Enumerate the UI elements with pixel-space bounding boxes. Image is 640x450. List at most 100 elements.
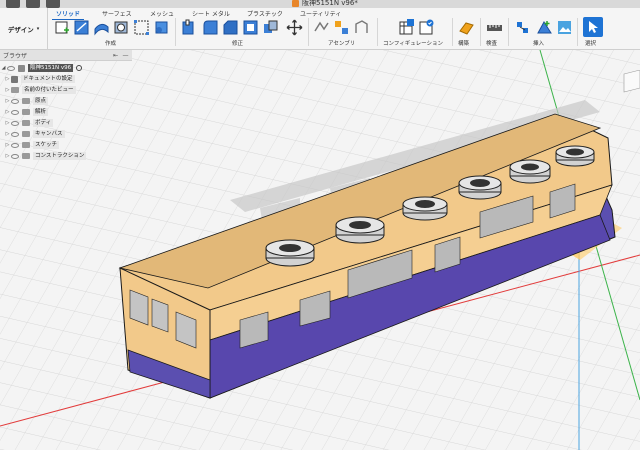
browser-item-named-views[interactable]: ▷ 名前の付いたビュー bbox=[0, 85, 132, 95]
collapse-arrow-icon[interactable]: ◢ bbox=[0, 65, 7, 71]
folder-icon bbox=[22, 153, 30, 159]
view-cube[interactable] bbox=[620, 70, 640, 100]
cursor-arrow-icon bbox=[589, 21, 598, 33]
folder-icon bbox=[22, 120, 30, 126]
browser-item-document-settings[interactable]: ▷ ドキュメントの設定 bbox=[0, 74, 132, 84]
visibility-eye-icon[interactable] bbox=[11, 98, 19, 104]
motion-link-icon[interactable] bbox=[353, 19, 370, 36]
divider bbox=[175, 18, 176, 46]
tab-solid[interactable]: ソリッド bbox=[51, 9, 85, 20]
insert-canvas-icon[interactable] bbox=[556, 19, 573, 36]
joint-icon[interactable] bbox=[313, 19, 330, 36]
divider bbox=[508, 18, 509, 46]
create-sketch-icon[interactable] bbox=[73, 19, 90, 36]
expand-arrow-icon[interactable]: ▷ bbox=[4, 131, 11, 137]
tab-utilities[interactable]: ユーティリティ bbox=[300, 9, 341, 18]
chevron-down-icon: ▾ bbox=[36, 26, 40, 32]
app-menu-button[interactable] bbox=[6, 0, 20, 8]
browser-item-label: スケッチ bbox=[33, 141, 60, 149]
select-button[interactable] bbox=[583, 17, 603, 37]
visibility-eye-icon[interactable] bbox=[11, 131, 19, 137]
browser-item-bodies[interactable]: ▷ ボディ bbox=[0, 118, 132, 128]
visibility-eye-icon[interactable] bbox=[7, 65, 15, 71]
document-cube-icon bbox=[292, 0, 299, 7]
active-radio-icon[interactable] bbox=[76, 65, 83, 71]
folder-icon bbox=[11, 87, 19, 93]
group-configure-label[interactable]: コンフィギュレーション bbox=[383, 39, 443, 47]
settings-gear-icon bbox=[11, 75, 18, 83]
divider bbox=[480, 18, 481, 46]
insert-derive-icon[interactable] bbox=[514, 19, 531, 36]
browser-item-label: 名前の付いたビュー bbox=[22, 86, 76, 94]
press-pull-icon[interactable] bbox=[180, 19, 197, 36]
divider bbox=[377, 18, 378, 46]
browser-panel: ブラウザ ⇤ — ◢ 阪神5151N v96 ▷ ドキュメントの設定 ▷ 名前の… bbox=[0, 50, 132, 170]
configure-table-icon[interactable] bbox=[398, 19, 415, 36]
save-button[interactable] bbox=[46, 0, 60, 8]
group-inspect-label[interactable]: 検査 bbox=[486, 39, 497, 47]
browser-item-label: キャンバス bbox=[33, 130, 65, 138]
tab-plastic[interactable]: プラスチック bbox=[247, 9, 283, 18]
document-tab[interactable]: 阪神5151N v96* bbox=[292, 0, 358, 8]
visibility-eye-icon[interactable] bbox=[11, 109, 19, 115]
fusion-window: { "document": { "title": "阪神5151N v96*" … bbox=[0, 0, 640, 450]
pin-panel-icon[interactable]: — bbox=[122, 52, 129, 59]
tab-surface[interactable]: サーフェス bbox=[102, 9, 132, 18]
component-icon bbox=[18, 64, 25, 72]
divider bbox=[452, 18, 453, 46]
file-menu-button[interactable] bbox=[26, 0, 40, 8]
browser-title: ブラウザ bbox=[3, 52, 28, 60]
fillet-icon[interactable] bbox=[202, 19, 219, 36]
more-create-icon[interactable] bbox=[153, 19, 170, 36]
browser-item-canvases[interactable]: ▷ キャンバス bbox=[0, 129, 132, 139]
divider bbox=[308, 18, 309, 46]
visibility-eye-icon[interactable] bbox=[11, 142, 19, 148]
expand-arrow-icon[interactable]: ▷ bbox=[4, 109, 11, 115]
root-component-label: 阪神5151N v96 bbox=[28, 64, 74, 72]
browser-item-construction[interactable]: ▷ コンストラクション bbox=[0, 151, 132, 161]
expand-arrow-icon[interactable]: ▷ bbox=[4, 120, 11, 126]
tab-sheet-metal[interactable]: シート メタル bbox=[192, 9, 230, 18]
revolve-icon[interactable] bbox=[113, 19, 130, 36]
configure-check-icon[interactable] bbox=[418, 19, 435, 36]
group-construct-label[interactable]: 構築 bbox=[458, 39, 469, 47]
chamfer-icon[interactable] bbox=[222, 19, 239, 36]
folder-icon bbox=[22, 131, 30, 137]
document-title: 阪神5151N v96* bbox=[302, 0, 358, 7]
group-assemble-label[interactable]: アセンブリ bbox=[328, 39, 355, 47]
browser-item-label: 解析 bbox=[33, 108, 49, 116]
measure-icon[interactable] bbox=[486, 19, 503, 36]
expand-arrow-icon[interactable]: ▷ bbox=[4, 87, 11, 93]
toolbar: デザイン ▾ ソリッド サーフェス メッシュ シート メタル プラスチック ユー… bbox=[0, 8, 640, 50]
move-icon[interactable] bbox=[286, 19, 303, 36]
expand-arrow-icon[interactable]: ▷ bbox=[4, 76, 11, 82]
browser-root-item[interactable]: ◢ 阪神5151N v96 bbox=[0, 63, 132, 73]
as-built-joint-icon[interactable] bbox=[333, 19, 350, 36]
tab-mesh[interactable]: メッシュ bbox=[150, 9, 174, 18]
group-modify-label[interactable]: 修正 bbox=[232, 39, 243, 47]
expand-arrow-icon[interactable]: ▷ bbox=[4, 98, 11, 104]
folder-icon bbox=[22, 109, 30, 115]
browser-item-analysis[interactable]: ▷ 解析 bbox=[0, 107, 132, 117]
collapse-panel-icon[interactable]: ⇤ bbox=[112, 52, 119, 59]
browser-item-origin[interactable]: ▷ 原点 bbox=[0, 96, 132, 106]
group-select-label[interactable]: 選択 bbox=[585, 39, 596, 47]
pattern-icon[interactable] bbox=[133, 19, 150, 36]
group-insert-label[interactable]: 挿入 bbox=[533, 39, 544, 47]
extrude-icon[interactable] bbox=[93, 19, 110, 36]
visibility-eye-icon[interactable] bbox=[11, 153, 19, 159]
offset-plane-icon[interactable] bbox=[458, 19, 475, 36]
browser-item-label: ドキュメントの設定 bbox=[21, 75, 75, 83]
browser-item-sketches[interactable]: ▷ スケッチ bbox=[0, 140, 132, 150]
expand-arrow-icon[interactable]: ▷ bbox=[4, 153, 11, 159]
new-component-icon[interactable] bbox=[53, 19, 70, 36]
browser-item-label: ボディ bbox=[33, 119, 54, 127]
combine-icon[interactable] bbox=[262, 19, 279, 36]
workspace-dropdown[interactable]: デザイン ▾ bbox=[0, 8, 48, 50]
expand-arrow-icon[interactable]: ▷ bbox=[4, 142, 11, 148]
group-create-label[interactable]: 作成 bbox=[105, 39, 116, 47]
insert-mesh-icon[interactable] bbox=[536, 19, 553, 36]
browser-header: ブラウザ ⇤ — bbox=[0, 50, 132, 61]
visibility-eye-icon[interactable] bbox=[11, 120, 19, 126]
shell-icon[interactable] bbox=[242, 19, 259, 36]
